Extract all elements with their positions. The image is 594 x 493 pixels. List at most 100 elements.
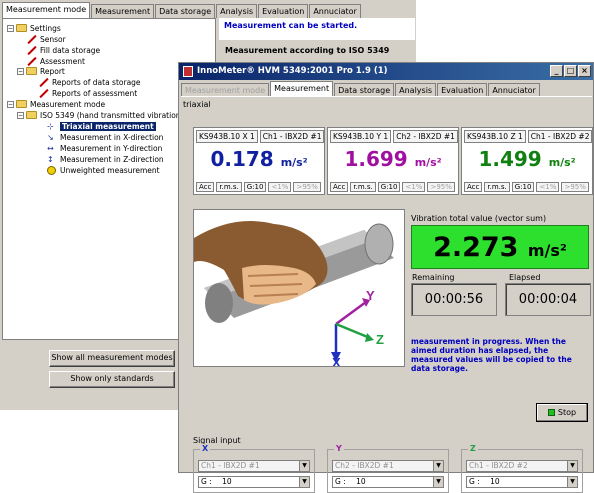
tab-measurement-mode[interactable]: Measurement mode [181, 83, 270, 97]
chevron-down-icon[interactable]: ▼ [299, 477, 309, 487]
tree-item-sensor[interactable]: Sensor [27, 34, 66, 44]
tree-item-reports-data-storage[interactable]: Reports of data storage [39, 77, 141, 87]
tree-item-x-direction[interactable]: ↘ Measurement in X-direction [47, 132, 163, 142]
tab-data-storage[interactable]: Data storage [155, 4, 216, 18]
tree-item-measurement-mode[interactable]: − Measurement mode [7, 99, 105, 109]
tab-measurement-mode[interactable]: Measurement mode [2, 2, 91, 18]
show-standards-button[interactable]: Show only standards [49, 371, 175, 388]
tab-analysis[interactable]: Analysis [395, 83, 437, 97]
window-title: InnoMeter® HVM 5349:2001 Pro 1.9 (1) [197, 66, 388, 76]
folder-icon [16, 24, 27, 32]
channel-value: 0.178 m/s² [210, 147, 308, 171]
chevron-down-icon[interactable]: ▼ [433, 477, 443, 487]
pen-icon [39, 89, 49, 98]
elapsed-time: 00:00:04 [505, 283, 591, 316]
tree-item-reports-assessment[interactable]: Reports of assessment [39, 88, 137, 98]
stop-button[interactable]: Stop [536, 403, 588, 422]
tree-item-triaxial[interactable]: ⊹ Triaxial measurement [47, 121, 156, 131]
channel-select[interactable]: Ch2 - IBX2D #1 ▼ [332, 460, 444, 472]
tree-item-unweighted[interactable]: Unweighted measurement [47, 165, 160, 175]
axis-label: Z [468, 444, 478, 453]
hand-grip-image: X Y Z [194, 210, 404, 367]
status-message: Measurement can be started. [219, 18, 415, 40]
z-axis-icon: ↕ [47, 154, 54, 164]
channel-panel-x: KS943B.10 X 1 Ch1 - IBX2D #1 0.178 m/s² … [193, 127, 325, 195]
elapsed-label: Elapsed [509, 273, 541, 282]
show-all-modes-button[interactable]: Show all measurement modes [49, 350, 175, 367]
stop-led-icon [547, 409, 555, 416]
tree-item-assessment[interactable]: Assessment [27, 56, 85, 66]
measurement-page: triaxial KS943B.10 X 1 Ch1 - IBX2D #1 0.… [181, 96, 593, 493]
x-axis-icon: ↘ [47, 132, 54, 142]
channel-label: Ch1 - IBX2D #1 [259, 130, 325, 143]
hand-axis-illustration: X Y Z [193, 209, 405, 367]
tab-data-storage[interactable]: Data storage [334, 83, 395, 97]
tab-measurement[interactable]: Measurement [270, 81, 334, 97]
remaining-label: Remaining [412, 273, 455, 282]
gain-select[interactable]: G : 10 ▼ [466, 476, 578, 488]
axis-label: Y [334, 444, 344, 453]
y-axis-label: Y [366, 288, 375, 303]
signal-group-x: X Ch1 - IBX2D #1 ▼ G : 10 ▼ [193, 444, 315, 493]
folder-icon [16, 100, 27, 108]
pen-icon [27, 46, 37, 55]
pen-icon [27, 35, 37, 44]
channel-select[interactable]: Ch1 - IBX2D #1 ▼ [198, 460, 310, 472]
chevron-down-icon[interactable]: ▼ [299, 461, 309, 471]
tree-item-fill-data-storage[interactable]: Fill data storage [27, 45, 100, 55]
sensor-label: KS943B.10 Y 1 [330, 130, 392, 143]
tree-item-report[interactable]: − Report [17, 66, 65, 76]
channel-flags: Acc r.m.s. G:10 <1% >95% [464, 182, 589, 192]
app-icon [183, 66, 193, 77]
tab-measurement[interactable]: Measurement [91, 4, 155, 18]
channel-value: 1.499 m/s² [478, 147, 576, 171]
tab-evaluation[interactable]: Evaluation [437, 83, 488, 97]
channel-panel-y: KS943B.10 Y 1 Ch2 - IBX2D #1 1.699 m/s² … [327, 127, 459, 195]
channel-label: Ch2 - IBX2D #1 [393, 130, 458, 143]
sensor-label: KS943B.10 Z 1 [464, 130, 526, 143]
collapse-icon[interactable]: − [7, 100, 14, 108]
collapse-icon[interactable]: − [7, 24, 14, 32]
meter-tab-bar: Measurement mode Measurement Data storag… [181, 81, 541, 97]
y-axis-icon: ↔ [47, 143, 54, 153]
chevron-down-icon[interactable]: ▼ [567, 461, 577, 471]
chevron-down-icon[interactable]: ▼ [567, 477, 577, 487]
status-title: Measurement according to ISO 5349 [225, 46, 390, 55]
remaining-time: 00:00:56 [411, 283, 497, 316]
folder-icon [26, 111, 37, 119]
vibration-label: Vibration total value (vector sum) [411, 214, 547, 223]
gain-select[interactable]: G : 10 ▼ [332, 476, 444, 488]
collapse-icon[interactable]: − [17, 67, 24, 75]
unweighted-icon [47, 165, 56, 175]
close-button[interactable]: × [578, 65, 591, 77]
channel-label: Ch1 - IBX2D #2 [527, 130, 593, 143]
tab-evaluation[interactable]: Evaluation [258, 4, 309, 18]
channel-panel-z: KS943B.10 Z 1 Ch1 - IBX2D #2 1.499 m/s² … [461, 127, 593, 195]
channel-flags: Acc r.m.s. G:10 <1% >95% [196, 182, 321, 192]
tab-annuciator[interactable]: Annuciator [309, 4, 361, 18]
minimize-button[interactable]: _ [550, 65, 563, 77]
tree-item-z-direction[interactable]: ↕ Measurement in Z-direction [47, 154, 164, 164]
z-axis-label: Z [376, 332, 384, 347]
pen-icon [39, 78, 49, 87]
tree-item-iso-5349[interactable]: − ISO 5349 (hand transmitted vibration) [17, 110, 183, 120]
triaxial-icon: ⊹ [47, 121, 54, 131]
folder-icon [26, 67, 37, 75]
chevron-down-icon[interactable]: ▼ [433, 461, 443, 471]
channel-flags: Acc r.m.s. G:10 <1% >95% [330, 182, 455, 192]
tab-analysis[interactable]: Analysis [216, 4, 258, 18]
tab-annuciator[interactable]: Annuciator [488, 83, 540, 97]
tree-item-settings[interactable]: − Settings [7, 23, 61, 33]
axis-label: X [200, 444, 211, 453]
x-axis-label: X [332, 355, 341, 367]
collapse-icon[interactable]: − [17, 111, 24, 119]
title-bar[interactable]: InnoMeter® HVM 5349:2001 Pro 1.9 (1) _ □… [179, 63, 593, 80]
signal-group-z: Z Ch1 - IBX2D #2 ▼ G : 10 ▼ [461, 444, 583, 493]
maximize-button[interactable]: □ [564, 65, 577, 77]
pen-icon [27, 57, 37, 66]
channel-value: 1.699 m/s² [344, 147, 442, 171]
mode-label: triaxial [183, 100, 211, 109]
channel-select[interactable]: Ch1 - IBX2D #2 ▼ [466, 460, 578, 472]
tree-item-y-direction[interactable]: ↔ Measurement in Y-direction [47, 143, 162, 153]
gain-select[interactable]: G : 10 ▼ [198, 476, 310, 488]
